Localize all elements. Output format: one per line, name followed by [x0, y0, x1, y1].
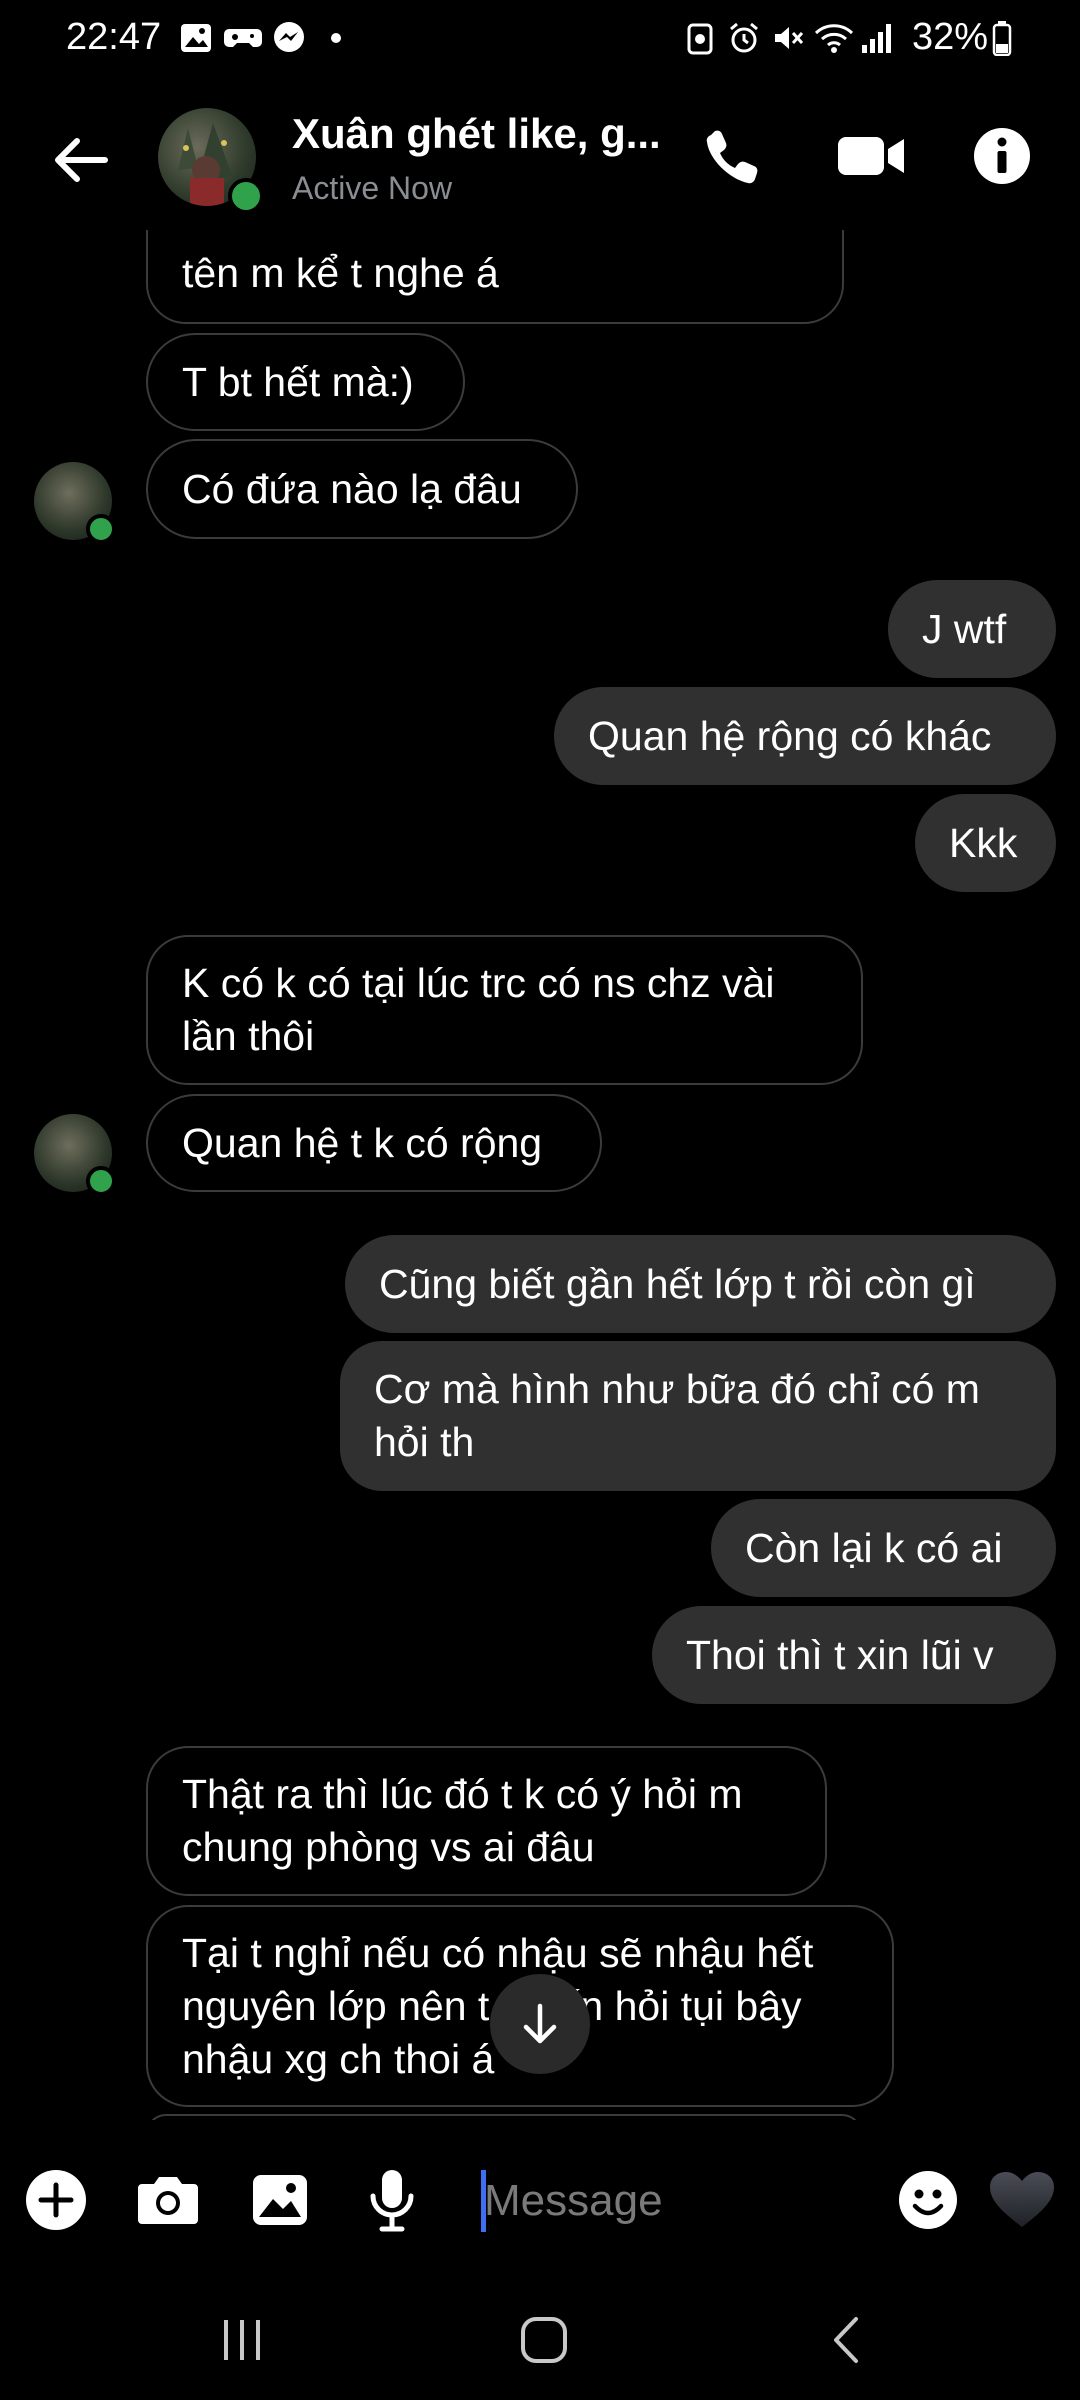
info-icon	[974, 128, 1030, 184]
text-cursor	[481, 2170, 486, 2232]
emoji-icon	[899, 2171, 957, 2229]
online-indicator	[86, 1166, 116, 1196]
camera-icon	[138, 2177, 198, 2224]
message-text: Quan hệ t k có rộng	[182, 1119, 543, 1166]
message-bubble-received[interactable]: K có k có tại lúc trc có ns chz vài lần …	[146, 935, 863, 1085]
message-text: Còn lại k có ai	[745, 1524, 1003, 1571]
message-text-line: Tại t nghỉ nếu có nhậu sẽ nhậu hết	[182, 1929, 814, 1976]
home-button[interactable]	[484, 2300, 604, 2380]
message-bubble-received[interactable]: Thật ra thì lúc đó t k có ý hỏi m chung …	[146, 1746, 827, 1896]
microphone-icon	[370, 2170, 414, 2232]
gallery-icon	[178, 18, 214, 58]
storage-icon	[684, 18, 716, 58]
message-text: J wtf	[922, 605, 1007, 652]
message-list[interactable]: tên m kể t nghe á T bt hết mà:) Có đứa n…	[0, 230, 1080, 2120]
message-text-line: Cơ mà hình như bữa đó chỉ có m	[374, 1366, 980, 1412]
message-text: T bt hết mà:)	[182, 358, 414, 405]
image-icon	[253, 2175, 307, 2225]
message-text-line: chung phòng vs ai đâu	[182, 1824, 595, 1870]
chat-header: Xuân ghét like, g... Active Now	[0, 80, 1080, 230]
message-bubble-sent[interactable]: Cũng biết gần hết lớp t rồi còn gì	[345, 1235, 1056, 1333]
arrow-down-icon	[523, 2003, 557, 2044]
back-arrow-icon	[55, 138, 108, 182]
active-status: Active Now	[292, 170, 453, 206]
phone-icon	[706, 130, 758, 184]
plus-circle-icon	[26, 2170, 86, 2230]
scroll-to-bottom-button[interactable]	[490, 1974, 590, 2074]
dot-icon	[326, 18, 346, 58]
gallery-button[interactable]	[240, 2160, 320, 2240]
message-bubble-sent[interactable]: Cơ mà hình như bữa đó chỉ có m hỏi th	[340, 1341, 1056, 1491]
message-bubble-sent[interactable]: Còn lại k có ai	[711, 1499, 1056, 1597]
message-text-line: nhậu xg ch thoi á	[182, 2035, 495, 2082]
more-actions-button[interactable]	[16, 2160, 96, 2240]
system-navigation-bar	[0, 2280, 1080, 2400]
recent-apps-button[interactable]	[182, 2300, 302, 2380]
message-text: Có đứa nào lạ đâu	[182, 465, 522, 512]
recent-apps-icon	[224, 2320, 260, 2360]
message-bubble-received[interactable]: Quan hệ t k có rộng	[146, 1094, 602, 1192]
home-icon	[521, 2317, 567, 2363]
video-camera-icon	[838, 137, 904, 175]
conversation-info-button[interactable]	[962, 116, 1042, 196]
message-input[interactable]	[478, 2166, 884, 2236]
like-heart-button[interactable]	[982, 2160, 1062, 2240]
battery-icon	[990, 18, 1014, 58]
message-bubble-sent[interactable]: Quan hệ rộng có khác	[554, 687, 1056, 785]
message-composer	[0, 2120, 1080, 2280]
message-text: Quan hệ rộng có khác	[588, 712, 992, 759]
video-call-button[interactable]	[826, 116, 916, 196]
message-bubble-received[interactable]: Có đứa nào lạ đâu	[146, 439, 578, 539]
voice-message-button[interactable]	[352, 2160, 432, 2240]
online-indicator	[86, 514, 116, 544]
message-bubble-received[interactable]: T bt hết mà:)	[146, 333, 465, 431]
game-icon	[222, 18, 264, 58]
message-text: tên m kể t nghe á	[182, 250, 499, 296]
battery-percent: 32%	[912, 16, 989, 58]
message-text-line: Thật ra thì lúc đó t k có ý hỏi m	[182, 1771, 743, 1817]
mute-icon	[770, 18, 806, 58]
message-bubble-sent[interactable]: J wtf	[888, 580, 1056, 678]
status-time: 22:47	[66, 16, 162, 58]
messenger-icon	[270, 18, 308, 58]
message-bubble-received[interactable]: tên m kể t nghe á	[146, 230, 844, 324]
message-bubble-sent[interactable]: Kkk	[915, 794, 1056, 892]
message-text: Thoi thì t xin lũi v	[686, 1631, 994, 1678]
message-text: Kkk	[949, 819, 1018, 866]
back-navigation-button[interactable]	[786, 2300, 906, 2380]
chevron-left-icon	[834, 2317, 858, 2363]
online-indicator	[228, 178, 264, 214]
message-text: Cũng biết gần hết lớp t rồi còn gì	[379, 1260, 976, 1307]
alarm-icon	[726, 18, 762, 58]
back-button[interactable]	[40, 120, 120, 200]
message-text-line: hỏi th	[374, 1419, 475, 1465]
status-bar: 22:47 32%	[0, 0, 1080, 80]
signal-icon	[858, 18, 898, 58]
message-text-line: K có k có tại lúc trc có ns chz vài	[182, 960, 775, 1006]
heart-icon	[990, 2172, 1054, 2227]
message-text-line: lần thôi	[182, 1013, 315, 1059]
voice-call-button[interactable]	[692, 116, 772, 196]
wifi-icon	[814, 18, 854, 58]
camera-button[interactable]	[128, 2160, 208, 2240]
message-bubble-sent[interactable]: Thoi thì t xin lũi v	[652, 1606, 1056, 1704]
emoji-button[interactable]	[888, 2160, 968, 2240]
contact-name[interactable]: Xuân ghét like, g...	[292, 110, 661, 158]
